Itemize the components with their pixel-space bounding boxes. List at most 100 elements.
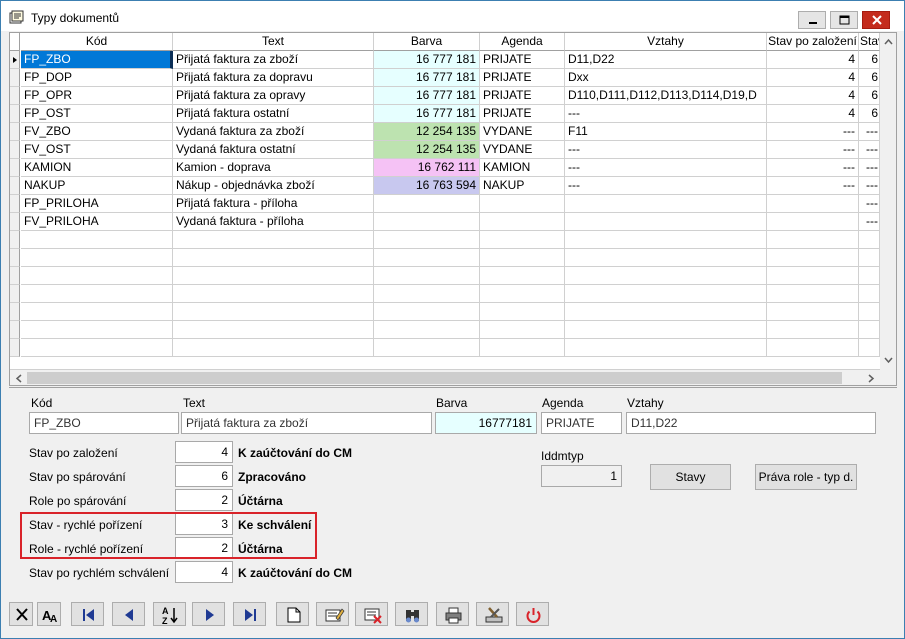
first-record-button[interactable] [71, 602, 104, 626]
table-row[interactable]: FP_DOP Přijatá faktura za dopravu 16 777 1… [10, 69, 896, 87]
column-header-vztahy[interactable]: Vztahy [565, 33, 767, 51]
scroll-left-icon[interactable] [10, 370, 27, 386]
cell-stav[interactable]: 6 [859, 105, 880, 123]
cell-stav[interactable]: --- [859, 195, 880, 213]
column-header-kod[interactable]: Kód [21, 33, 173, 51]
cell-stav-po-zalozeni[interactable]: --- [767, 177, 859, 195]
cell-stav[interactable]: --- [859, 159, 880, 177]
cell-vztahy[interactable]: D110,D111,D112,D113,D114,D19,D [565, 87, 767, 105]
cell-vztahy[interactable]: --- [565, 159, 767, 177]
cell-stav[interactable]: 6 [859, 87, 880, 105]
sort-button[interactable]: AZ [153, 602, 186, 626]
column-header-stav[interactable]: Stav [859, 33, 880, 51]
document-types-grid[interactable]: Kód Text Barva Agenda Vztahy Stav po zal… [9, 32, 897, 386]
cell-stav[interactable]: --- [859, 177, 880, 195]
cell-vztahy[interactable]: --- [565, 105, 767, 123]
row-indicator[interactable] [10, 141, 20, 159]
cell-barva[interactable]: 16 777 181 [374, 69, 480, 87]
horizontal-scroll-thumb[interactable] [27, 372, 842, 384]
new-record-button[interactable] [276, 602, 309, 626]
cell-barva[interactable]: 16 762 111 [374, 159, 480, 177]
stav-po-parovani-field[interactable]: 6 [175, 465, 233, 487]
cell-vztahy[interactable]: --- [565, 177, 767, 195]
cell-stav-po-zalozeni[interactable]: 4 [767, 105, 859, 123]
last-record-button[interactable] [233, 602, 266, 626]
stavy-button[interactable]: Stavy [650, 464, 731, 490]
scroll-down-icon[interactable] [880, 352, 897, 369]
cell-agenda[interactable]: PRIJATE [480, 69, 565, 87]
cell-stav-po-zalozeni[interactable] [767, 213, 859, 231]
cell-barva[interactable] [374, 213, 480, 231]
row-indicator[interactable] [10, 195, 20, 213]
stav-po-zalozeni-field[interactable]: 4 [175, 441, 233, 463]
cell-stav[interactable]: 6 [859, 69, 880, 87]
next-record-button[interactable] [192, 602, 225, 626]
cell-agenda[interactable] [480, 195, 565, 213]
row-indicator[interactable] [10, 177, 20, 195]
cell-stav-po-zalozeni[interactable]: 4 [767, 87, 859, 105]
row-indicator[interactable] [10, 69, 20, 87]
cell-kod[interactable]: FP_OPR [21, 87, 173, 105]
table-row[interactable]: KAMION Kamion - doprava 16 762 111 KAMION --… [10, 159, 896, 177]
cell-stav[interactable]: 6 [859, 51, 880, 69]
cell-agenda[interactable]: PRIJATE [480, 105, 565, 123]
cancel-button[interactable] [9, 602, 33, 626]
delete-record-button[interactable] [355, 602, 388, 626]
column-header-text[interactable]: Text [173, 33, 374, 51]
cell-kod[interactable]: FP_PRILOHA [21, 195, 173, 213]
cell-barva[interactable]: 16 763 594 [374, 177, 480, 195]
table-row[interactable]: FP_PRILOHA Přijatá faktura - příloha --- [10, 195, 896, 213]
cell-agenda[interactable]: PRIJATE [480, 51, 565, 69]
table-row[interactable]: FP_OST Přijatá faktura ostatní 16 777 181 P… [10, 105, 896, 123]
table-row[interactable]: NAKUP Nákup - objednávka zboží 16 763 594 N… [10, 177, 896, 195]
cell-stav-po-zalozeni[interactable]: --- [767, 123, 859, 141]
settings-button[interactable] [476, 602, 509, 626]
row-indicator[interactable] [10, 87, 20, 105]
prava-role-button[interactable]: Práva role - typ d. [755, 464, 857, 490]
cell-text[interactable]: Přijatá faktura za dopravu [173, 69, 374, 87]
stav-po-rychlem-schvaleni-field[interactable]: 4 [175, 561, 233, 583]
cell-kod[interactable]: FP_ZBO [21, 51, 173, 69]
cell-agenda[interactable]: VYDANE [480, 123, 565, 141]
cell-kod[interactable]: FV_PRILOHA [21, 213, 173, 231]
table-row[interactable]: FV_PRILOHA Vydaná faktura - příloha --- [10, 213, 896, 231]
cell-stav[interactable]: --- [859, 141, 880, 159]
cell-barva[interactable] [374, 195, 480, 213]
column-header-barva[interactable]: Barva [374, 33, 480, 51]
cell-kod[interactable]: FV_OST [21, 141, 173, 159]
cell-agenda[interactable]: KAMION [480, 159, 565, 177]
filter-button[interactable]: AA [37, 602, 61, 626]
print-button[interactable] [436, 602, 469, 626]
kod-field[interactable]: FP_ZBO [29, 412, 179, 434]
cell-kod[interactable]: FV_ZBO [21, 123, 173, 141]
column-header-agenda[interactable]: Agenda [480, 33, 565, 51]
cell-text[interactable]: Vydaná faktura - příloha [173, 213, 374, 231]
cell-text[interactable]: Vydaná faktura ostatní [173, 141, 374, 159]
row-indicator[interactable] [10, 159, 20, 177]
previous-record-button[interactable] [112, 602, 145, 626]
cell-agenda[interactable]: VYDANE [480, 141, 565, 159]
cell-vztahy[interactable]: Dxx [565, 69, 767, 87]
agenda-field[interactable]: PRIJATE [541, 412, 622, 434]
close-form-button[interactable] [516, 602, 549, 626]
vertical-scrollbar[interactable] [880, 33, 897, 369]
horizontal-scrollbar[interactable] [10, 369, 880, 386]
cell-vztahy[interactable]: --- [565, 141, 767, 159]
cell-stav-po-zalozeni[interactable]: --- [767, 141, 859, 159]
scroll-up-icon[interactable] [880, 33, 897, 50]
cell-agenda[interactable]: NAKUP [480, 177, 565, 195]
close-window-button[interactable] [862, 11, 890, 29]
cell-stav-po-zalozeni[interactable] [767, 195, 859, 213]
cell-stav-po-zalozeni[interactable]: 4 [767, 69, 859, 87]
column-header-stav-po-zalozeni[interactable]: Stav po založení [767, 33, 859, 51]
row-indicator[interactable] [10, 213, 20, 231]
vztahy-field[interactable]: D11,D22 [626, 412, 876, 434]
maximize-button[interactable] [830, 11, 858, 29]
cell-text[interactable]: Přijatá faktura ostatní [173, 105, 374, 123]
cell-text[interactable]: Kamion - doprava [173, 159, 374, 177]
barva-field[interactable]: 16777181 [435, 412, 537, 434]
scroll-right-icon[interactable] [863, 370, 880, 386]
row-indicator[interactable] [10, 51, 20, 69]
cell-text[interactable]: Přijatá faktura - příloha [173, 195, 374, 213]
table-row[interactable]: FV_ZBO Vydaná faktura za zboží 12 254 135 V… [10, 123, 896, 141]
